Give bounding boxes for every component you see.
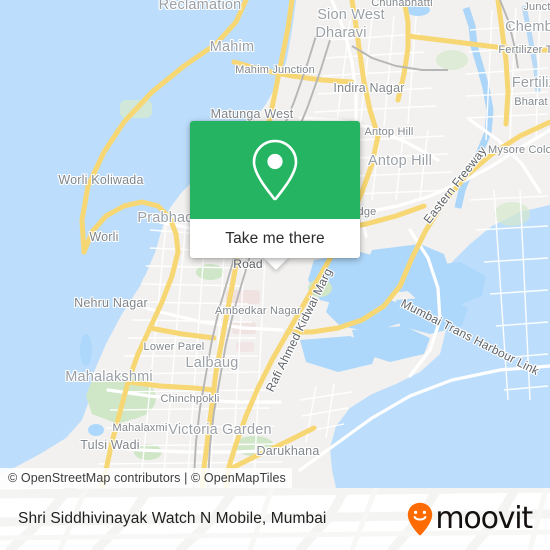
moovit-pin-smiley-icon <box>408 502 433 536</box>
map-attribution-bar: © OpenStreetMap contributors | © OpenMap… <box>0 468 292 488</box>
popup-header <box>190 121 360 219</box>
map-canvas[interactable]: Reclamation Sion West Chunabhatti Junct Dhar… <box>0 0 550 488</box>
popup-pointer <box>262 256 290 270</box>
take-me-there-button[interactable]: Take me there <box>190 219 360 258</box>
map-pin-icon <box>252 139 298 201</box>
attribution-text: © OpenStreetMap contributors | © OpenMap… <box>8 471 286 485</box>
location-title: Shri Siddhivinayak Watch N Mobile, Mumba… <box>18 510 327 527</box>
map-screenshot: Reclamation Sion West Chunabhatti Junct Dhar… <box>0 0 550 550</box>
moovit-wordmark: moovit <box>435 501 533 536</box>
location-popup-card[interactable]: Take me there <box>190 121 360 258</box>
take-me-there-label: Take me there <box>225 229 325 247</box>
moovit-logo[interactable]: moovit <box>407 501 533 536</box>
footer-bar: Shri Siddhivinayak Watch N Mobile, Mumba… <box>0 488 550 550</box>
